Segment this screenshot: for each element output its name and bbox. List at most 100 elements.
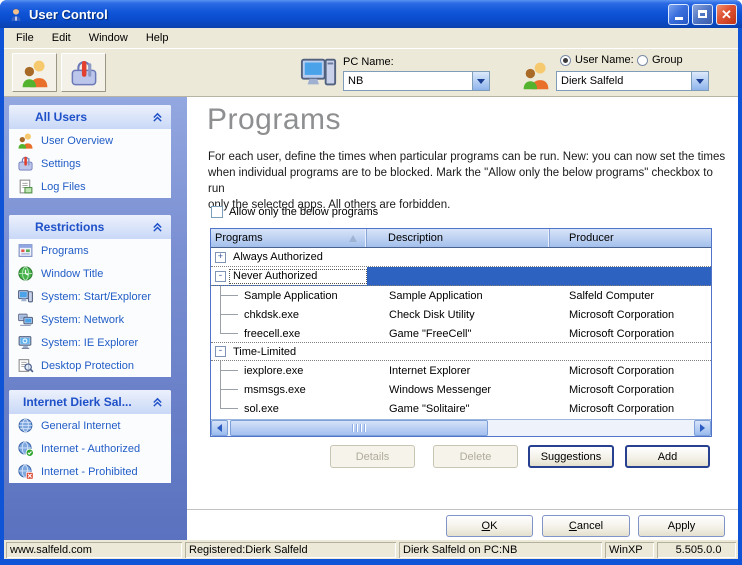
add-button[interactable]: Add	[625, 445, 710, 468]
cancel-button[interactable]: Cancel	[542, 515, 630, 537]
table-row[interactable]: msmsgs.exe Windows Messenger Microsoft C…	[211, 380, 711, 399]
menu-edit[interactable]: Edit	[43, 29, 80, 47]
sidebar-item-desktop-protection[interactable]: Desktop Protection	[9, 354, 171, 377]
close-icon: ✕	[721, 8, 732, 21]
section-header-all-users[interactable]: All Users	[9, 105, 171, 129]
programs-table: Programs Description Producer + Always A…	[210, 228, 712, 437]
menu-file[interactable]: File	[7, 29, 43, 47]
column-header-producer[interactable]: Producer	[550, 229, 711, 247]
sidebar-item-system-ie-explorer[interactable]: System: IE Explorer	[9, 331, 171, 354]
minimize-icon	[675, 17, 683, 20]
status-bar: www.salfeld.com Registered:Dierk Salfeld…	[4, 540, 738, 559]
radio-unselected-icon	[637, 55, 648, 66]
section-header-internet[interactable]: Internet Dierk Sal...	[9, 390, 171, 414]
pc-name-label: PC Name:	[343, 56, 394, 68]
sidebar-item-programs[interactable]: Programs	[9, 239, 171, 262]
window-title-icon	[17, 265, 34, 282]
horizontal-scrollbar[interactable]	[211, 419, 711, 436]
allow-only-checkbox-label: Allow only the below programs	[229, 206, 378, 218]
table-row[interactable]: sol.exe Game "Solitaire" Microsoft Corpo…	[211, 399, 711, 418]
maximize-icon	[698, 10, 707, 18]
suggestions-button[interactable]: Suggestions	[528, 445, 614, 468]
close-button[interactable]: ✕	[716, 4, 737, 25]
minimize-button[interactable]	[668, 4, 689, 25]
collapse-icon[interactable]: -	[215, 271, 226, 282]
title-bar[interactable]: User Control ✕	[0, 0, 742, 28]
column-header-description[interactable]: Description	[367, 229, 550, 247]
system-ie-icon	[17, 334, 34, 351]
app-icon	[8, 6, 24, 22]
ok-button[interactable]: OK	[446, 515, 533, 537]
table-body: + Always Authorized - Never Authorized S…	[211, 248, 711, 419]
sidebar-item-log-files[interactable]: Log Files	[9, 175, 171, 198]
page-title: Programs	[207, 103, 341, 137]
chevron-up-icon	[152, 397, 163, 408]
sidebar-item-system-network[interactable]: System: Network	[9, 308, 171, 331]
settings-toolbar-button[interactable]	[61, 53, 106, 92]
collapse-icon[interactable]: -	[215, 346, 226, 357]
table-row[interactable]: Sample Application Sample Application Sa…	[211, 286, 711, 305]
sidebar-section-all-users: All Users User Overview Settings Log Fil…	[9, 105, 171, 198]
sidebar-item-user-overview[interactable]: User Overview	[9, 129, 171, 152]
user-name-select[interactable]: Dierk Salfeld	[556, 71, 709, 91]
menu-bar: File Edit Window Help	[4, 28, 738, 48]
expand-icon[interactable]: +	[215, 252, 226, 263]
pc-name-select[interactable]: NB	[343, 71, 490, 91]
pc-name-value: NB	[344, 75, 472, 87]
table-row-group-selected[interactable]: - Never Authorized	[211, 267, 711, 286]
sidebar-item-internet-prohibited[interactable]: Internet - Prohibited	[9, 460, 171, 483]
table-row-group[interactable]: - Time-Limited	[211, 342, 711, 361]
user-overview-toolbar-button[interactable]	[12, 53, 57, 92]
user-name-radio-label: User Name:	[575, 54, 634, 66]
sort-ascending-icon	[349, 235, 357, 242]
group-radio[interactable]: Group	[637, 54, 683, 66]
section-header-restrictions[interactable]: Restrictions	[9, 215, 171, 239]
sidebar-item-general-internet[interactable]: General Internet	[9, 414, 171, 437]
delete-button[interactable]: Delete	[433, 445, 518, 468]
menu-window[interactable]: Window	[80, 29, 137, 47]
arrow-right-icon	[700, 424, 709, 432]
users-icon	[17, 132, 34, 149]
sidebar-item-internet-authorized[interactable]: Internet - Authorized	[9, 437, 171, 460]
user-name-radio[interactable]: User Name:	[560, 54, 634, 66]
column-header-programs[interactable]: Programs	[211, 229, 367, 247]
toolbox-icon	[17, 155, 34, 172]
sidebar: All Users User Overview Settings Log Fil…	[4, 97, 187, 540]
desktop-protection-icon	[17, 357, 34, 374]
sidebar-section-internet: Internet Dierk Sal... General Internet I…	[9, 390, 171, 483]
globe-x-icon	[17, 463, 34, 480]
sidebar-item-window-title[interactable]: Window Title	[9, 262, 171, 285]
chevron-down-icon[interactable]	[691, 72, 708, 90]
table-row[interactable]: chkdsk.exe Check Disk Utility Microsoft …	[211, 305, 711, 324]
divider	[187, 509, 738, 510]
globe-check-icon	[17, 440, 34, 457]
app-window: User Control ✕ File Edit Window Help PC …	[0, 0, 742, 565]
apply-button[interactable]: Apply	[638, 515, 725, 537]
table-row[interactable]: iexplore.exe Internet Explorer Microsoft…	[211, 361, 711, 380]
toolbox-icon	[68, 58, 100, 88]
scrollbar-thumb[interactable]	[230, 420, 488, 436]
system-start-icon	[17, 288, 34, 305]
chevron-down-icon[interactable]	[472, 72, 489, 90]
details-button[interactable]: Details	[330, 445, 415, 468]
allow-only-checkbox[interactable]	[211, 206, 223, 218]
scroll-left-button[interactable]	[211, 420, 228, 436]
sidebar-item-settings[interactable]: Settings	[9, 152, 171, 175]
main-panel: Programs For each user, define the times…	[187, 97, 738, 540]
toolbar: PC Name: NB User Name: Group Dierk Salfe…	[4, 48, 738, 97]
menu-help[interactable]: Help	[137, 29, 178, 47]
programs-icon	[17, 242, 34, 259]
maximize-button[interactable]	[692, 4, 713, 25]
arrow-left-icon	[213, 424, 222, 432]
pc-icon	[300, 54, 338, 92]
table-header: Programs Description Producer	[211, 229, 711, 248]
grip-icon	[352, 424, 367, 432]
chevron-up-icon	[152, 222, 163, 233]
logfiles-icon	[17, 178, 34, 195]
sidebar-item-system-start-explorer[interactable]: System: Start/Explorer	[9, 285, 171, 308]
scroll-right-button[interactable]	[694, 420, 711, 436]
table-row[interactable]: freecell.exe Game "FreeCell" Microsoft C…	[211, 324, 711, 343]
status-current-user: Dierk Salfeld on PC:NB	[399, 542, 602, 558]
scrollbar-track[interactable]	[228, 420, 694, 436]
table-row-group[interactable]: + Always Authorized	[211, 248, 711, 267]
